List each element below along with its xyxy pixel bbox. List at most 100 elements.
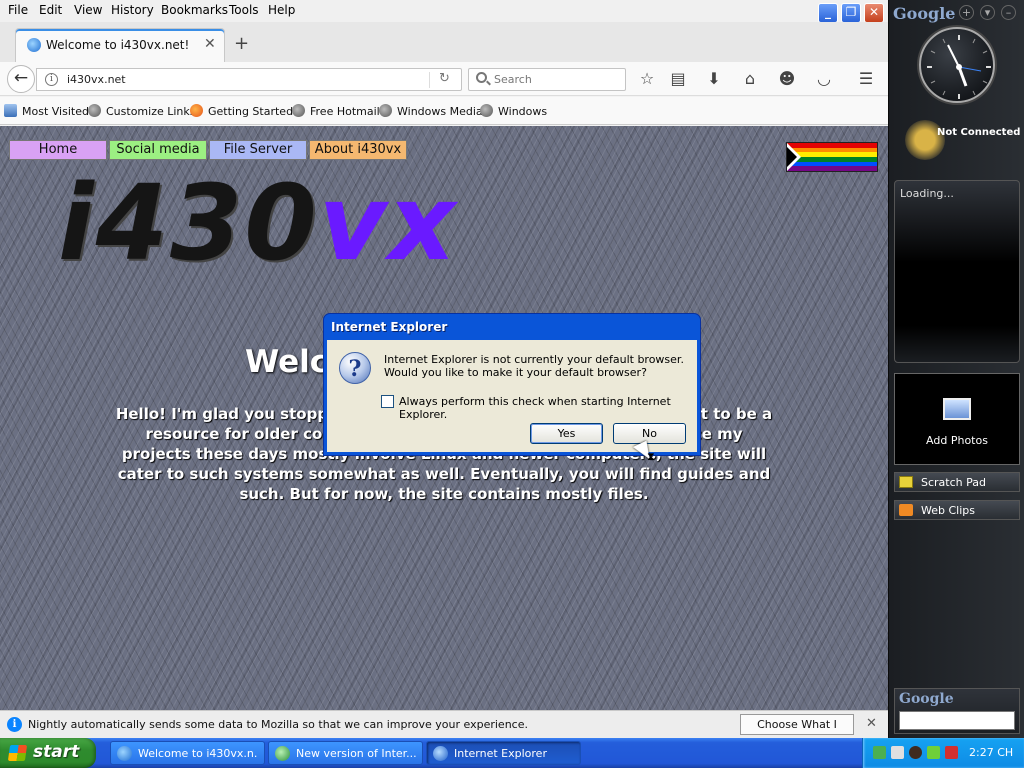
windows-flag-icon [7, 745, 28, 761]
search-placeholder: Search [494, 73, 532, 86]
smiley-feedback-icon[interactable]: ☻ [777, 69, 797, 89]
start-button[interactable]: start [0, 738, 96, 768]
bookmark-customize-links[interactable]: Customize Links [88, 104, 196, 118]
menu-bar: File Edit View History Bookmarks Tools H… [0, 0, 888, 23]
notification-bar: i Nightly automatically sends some data … [0, 710, 888, 750]
bookmark-label: Windows Media [397, 105, 483, 118]
scratch-pad-gadget[interactable]: Scratch Pad [894, 472, 1020, 492]
dialog-body: ? Internet Explorer is not currently you… [327, 340, 697, 452]
update-tray-icon[interactable] [927, 746, 940, 759]
web-clips-gadget[interactable]: Web Clips [894, 500, 1020, 520]
analog-clock[interactable] [919, 27, 995, 103]
security-shield-icon[interactable] [945, 746, 958, 759]
globe-icon [275, 746, 290, 761]
nav-social-media-button[interactable]: Social media [109, 140, 207, 160]
info-icon[interactable]: i [45, 73, 58, 86]
hamburger-menu-icon[interactable]: ☰ [856, 69, 876, 89]
search-input[interactable]: Search [468, 68, 626, 91]
taskbar-clock[interactable]: 2:27 CH [969, 746, 1013, 759]
checkbox-label[interactable]: Always perform this check when starting … [399, 395, 697, 421]
bookmark-getting-started[interactable]: Getting Started [190, 104, 293, 118]
nav-file-server-button[interactable]: File Server [209, 140, 307, 160]
scratch-pad-label: Scratch Pad [921, 476, 986, 489]
menu-file[interactable]: File [8, 3, 28, 17]
photos-gadget[interactable]: Add Photos [894, 373, 1020, 465]
back-button[interactable]: ← [7, 65, 35, 93]
minimize-button[interactable]: _ [818, 3, 838, 23]
info-icon: i [7, 717, 22, 732]
firefox-icon [27, 38, 41, 52]
arrow-left-icon: ← [13, 68, 29, 88]
menu-help[interactable]: Help [268, 3, 295, 17]
bookmark-star-icon[interactable]: ☆ [637, 69, 657, 89]
rss-icon [899, 504, 913, 516]
tab-title: Welcome to i430vx.net! [46, 38, 190, 52]
bookmark-windows[interactable]: Windows [480, 104, 547, 118]
reload-icon[interactable]: ↻ [439, 71, 450, 86]
url-bar[interactable]: i i430vx.net ↻ [36, 68, 462, 91]
bookmark-label: Getting Started [208, 105, 294, 118]
firefox-icon [190, 104, 203, 117]
task-label: Internet Explorer [454, 747, 547, 760]
logo-text-accent: vx [318, 162, 458, 284]
hourglass-icon: ⧗ [647, 450, 655, 463]
loading-gadget: Loading... [894, 180, 1020, 363]
firefox-icon [117, 746, 132, 761]
close-icon[interactable]: ✕ [866, 716, 877, 731]
bookmark-label: Free Hotmail [310, 105, 380, 118]
nav-about-button[interactable]: About i430vx [309, 140, 407, 160]
nav-home-button[interactable]: Home [9, 140, 107, 160]
minimize-sidebar-icon[interactable]: – [1001, 5, 1016, 20]
menu-edit[interactable]: Edit [39, 3, 62, 17]
start-label: start [33, 742, 80, 762]
menu-view[interactable]: View [74, 3, 102, 17]
add-photos-label: Add Photos [926, 434, 988, 447]
taskbar-item-internet-explorer[interactable]: Internet Explorer [426, 741, 581, 765]
menu-bookmarks[interactable]: Bookmarks [161, 3, 228, 17]
dialog-title: Internet Explorer [331, 320, 448, 334]
system-tray: 2:27 CH [862, 738, 1024, 768]
reading-list-icon[interactable]: ▤ [668, 69, 688, 89]
app-tray-icon[interactable] [891, 746, 904, 759]
bookmark-windows-media[interactable]: Windows Media [379, 104, 483, 118]
most-visited-icon [4, 104, 17, 117]
google-search-input[interactable] [899, 711, 1015, 730]
taskbar: start Welcome to i430vx.n... New version… [0, 738, 1024, 768]
choose-what-i-share-button[interactable]: Choose What I Share [740, 714, 854, 750]
task-label: New version of Inter... [296, 747, 416, 760]
logo-text-primary: i430 [58, 162, 319, 284]
navigation-bar: ← i i430vx.net ↻ Search ☆ ▤ ⬇ ⌂ ☻ ◡ ☰ [0, 62, 888, 96]
google-logo: Google [893, 4, 956, 23]
network-icon[interactable] [873, 746, 886, 759]
no-button[interactable]: No [613, 423, 686, 444]
globe-icon [292, 104, 305, 117]
add-gadget-icon[interactable]: + [959, 5, 974, 20]
google-logo: Google [899, 691, 954, 707]
new-tab-icon[interactable]: + [234, 33, 249, 54]
taskbar-item-new-version[interactable]: New version of Inter... [268, 741, 423, 765]
tab-close-icon[interactable]: ✕ [204, 36, 216, 52]
bookmark-most-visited[interactable]: Most Visited [4, 104, 89, 118]
chevron-down-icon[interactable]: ▾ [980, 5, 995, 20]
url-separator [429, 72, 430, 88]
home-icon[interactable]: ⌂ [740, 69, 760, 89]
close-window-button[interactable]: ✕ [864, 3, 884, 23]
menu-tools[interactable]: Tools [229, 3, 259, 17]
google-desktop-sidebar: Google + ▾ – Not Connected Loading... Ad… [888, 0, 1024, 738]
yes-button[interactable]: Yes [530, 423, 603, 444]
default-browser-dialog: Internet Explorer ? Internet Explorer is… [323, 313, 701, 456]
download-icon[interactable]: ⬇ [704, 69, 724, 89]
globe-icon [379, 104, 392, 117]
bookmarks-toolbar: Most Visited Customize Links Getting Sta… [0, 97, 888, 125]
menu-history[interactable]: History [111, 3, 154, 17]
tab-welcome[interactable]: Welcome to i430vx.net! ✕ [15, 28, 225, 62]
pocket-icon[interactable]: ◡ [814, 69, 834, 89]
always-check-checkbox[interactable] [381, 395, 394, 408]
ie-icon [433, 746, 448, 761]
taskbar-item-firefox[interactable]: Welcome to i430vx.n... [110, 741, 265, 765]
site-logo: i430vx [58, 168, 458, 278]
media-tray-icon[interactable] [909, 746, 922, 759]
restore-button[interactable]: ❐ [841, 3, 861, 23]
bookmark-free-hotmail[interactable]: Free Hotmail [292, 104, 380, 118]
bookmark-label: Customize Links [106, 105, 196, 118]
